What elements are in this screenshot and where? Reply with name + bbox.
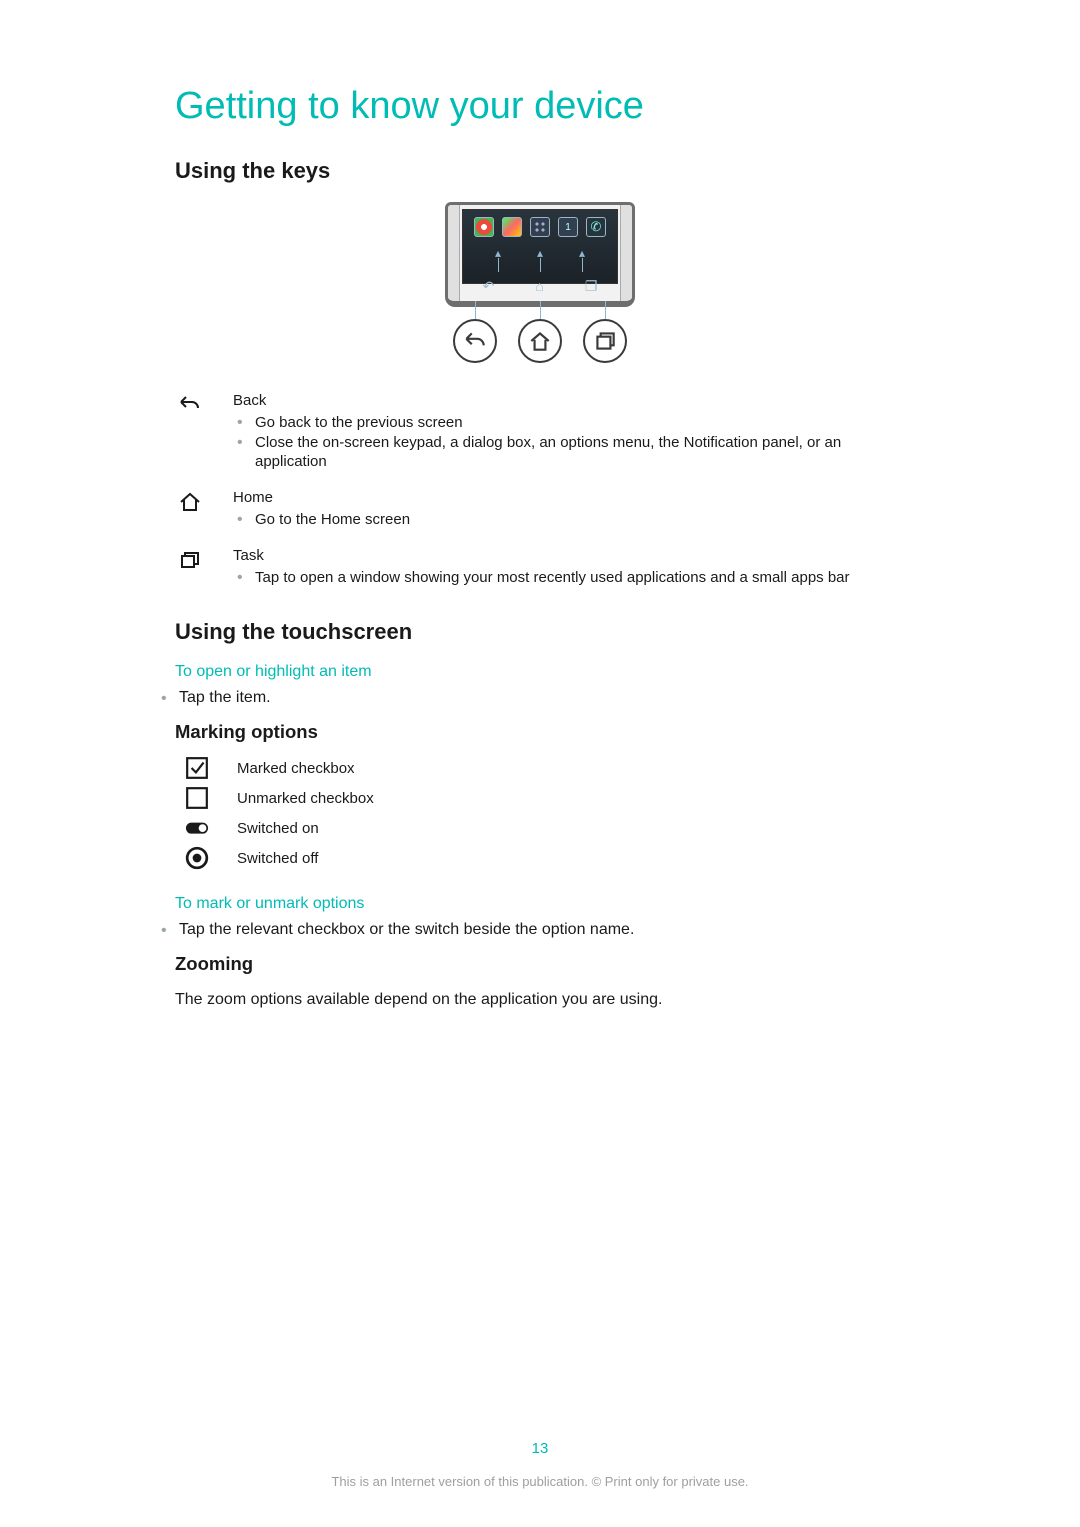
key-item-task: Task Tap to open a window showing your m… xyxy=(175,546,905,588)
key-bullet: Go back to the previous screen xyxy=(255,413,905,433)
switch-off-icon xyxy=(185,847,209,869)
section-heading-keys: Using the keys xyxy=(175,158,905,184)
task-icon xyxy=(175,548,205,572)
section-heading-touchscreen: Using the touchscreen xyxy=(175,619,905,645)
checkbox-empty-icon xyxy=(185,787,209,809)
switch-on-icon xyxy=(185,817,209,839)
key-bullet: Close the on-screen keypad, a dialog box… xyxy=(255,433,905,473)
mark-row-switched-off: Switched off xyxy=(175,847,905,869)
key-title: Task xyxy=(233,546,905,566)
subhead-open-item: To open or highlight an item xyxy=(175,663,905,681)
mark-label: Switched off xyxy=(237,850,318,867)
app-widget-icon xyxy=(558,217,578,237)
bullet-mark-howto: Tap the relevant checkbox or the switch … xyxy=(179,921,905,939)
home-icon xyxy=(175,490,205,514)
subhead-mark-howto: To mark or unmark options xyxy=(175,895,905,913)
key-item-back: Back Go back to the previous screen Clos… xyxy=(175,391,905,472)
softkey-task-icon: ❐ xyxy=(585,278,598,295)
key-bullet: Tap to open a window showing your most r… xyxy=(255,568,905,588)
mark-label: Unmarked checkbox xyxy=(237,790,374,807)
subheading-marking: Marking options xyxy=(175,721,905,743)
softkey-back-icon: ↶ xyxy=(483,278,495,295)
mark-label: Switched on xyxy=(237,820,319,837)
key-bullet: Go to the Home screen xyxy=(255,510,905,530)
circle-back-icon xyxy=(453,319,497,363)
subheading-zooming: Zooming xyxy=(175,953,905,975)
footer-note: This is an Internet version of this publ… xyxy=(0,1474,1080,1489)
mark-label: Marked checkbox xyxy=(237,760,355,777)
circle-task-icon xyxy=(583,319,627,363)
bullet-open-item: Tap the item. xyxy=(179,689,905,707)
key-item-home: Home Go to the Home screen xyxy=(175,488,905,530)
checkbox-checked-icon xyxy=(185,757,209,779)
page-title: Getting to know your device xyxy=(175,85,905,128)
zooming-text: The zoom options available depend on the… xyxy=(175,989,905,1011)
back-icon xyxy=(175,393,205,417)
mark-row-checked: Marked checkbox xyxy=(175,757,905,779)
key-title: Home xyxy=(233,488,905,508)
app-chrome-icon xyxy=(474,217,494,237)
mark-row-switched-on: Switched on xyxy=(175,817,905,839)
circle-home-icon xyxy=(518,319,562,363)
key-title: Back xyxy=(233,391,905,411)
app-apps-icon xyxy=(530,217,550,237)
softkey-home-icon: ⌂ xyxy=(535,278,543,294)
page-number: 13 xyxy=(0,1440,1080,1457)
keys-diagram: ▴ ▴ ▴ ↶ ⌂ ❐ xyxy=(175,202,905,363)
app-phone-icon xyxy=(586,217,606,237)
app-play-icon xyxy=(502,217,522,237)
mark-row-unchecked: Unmarked checkbox xyxy=(175,787,905,809)
